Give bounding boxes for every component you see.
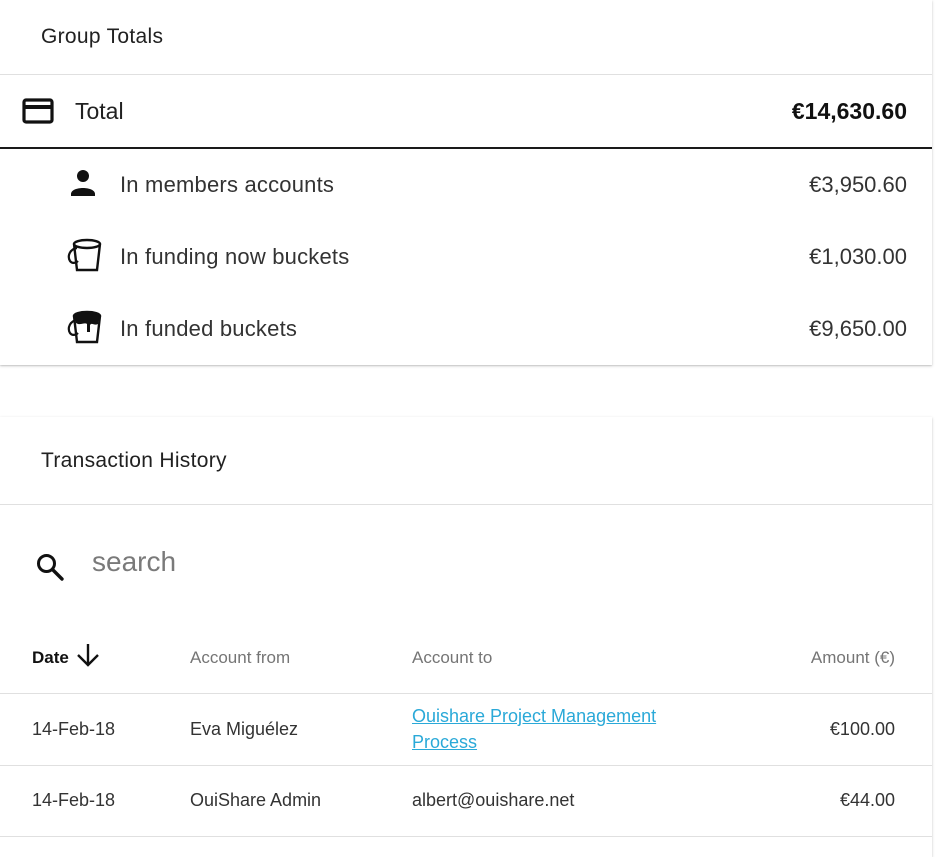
funded-label: In funded buckets <box>120 316 298 341</box>
search-bar <box>0 505 932 623</box>
row-date: 14-Feb-18 <box>32 790 116 810</box>
row-account-from: OuiShare Admin <box>190 790 322 810</box>
total-row: Total €14,630.60 <box>0 75 932 149</box>
search-input[interactable] <box>90 543 694 581</box>
table-header-row: Date Account from Account to Amount (€) <box>0 623 932 693</box>
table-row: 14-Feb-18 Eva Miguélez Ouishare Project … <box>0 693 932 765</box>
column-header-account-from[interactable]: Account from <box>190 623 412 693</box>
search-icon[interactable] <box>35 552 65 587</box>
person-icon <box>66 166 100 205</box>
row-date: 14-Feb-18 <box>32 718 116 739</box>
group-totals-card: Group Totals Total €14,630.60 In members… <box>0 0 932 365</box>
row-account-from: Eva Miguélez <box>190 718 299 739</box>
column-header-date[interactable]: Date <box>0 623 190 693</box>
column-header-account-to[interactable]: Account to <box>412 623 702 693</box>
row-amount: €44.00 <box>839 790 895 810</box>
funding-now-row: In funding now buckets €1,030.00 <box>0 221 932 293</box>
row-account-to: Ouishare Project Management Process <box>412 693 702 765</box>
transaction-history-title: Transaction History <box>0 417 932 505</box>
column-header-amount[interactable]: Amount (€) <box>702 623 932 693</box>
members-accounts-amount: €3,950.60 <box>809 172 907 197</box>
group-totals-title: Group Totals <box>0 0 932 75</box>
credit-card-icon <box>22 98 54 129</box>
transactions-table: Date Account from Account to Amount (€) <box>0 623 932 837</box>
row-amount: €100.00 <box>829 718 895 739</box>
total-label: Total <box>75 97 124 124</box>
members-accounts-row: In members accounts €3,950.60 <box>0 149 932 221</box>
arrow-down-icon[interactable] <box>75 642 101 673</box>
members-accounts-label: In members accounts <box>120 172 335 197</box>
transaction-history-card: Transaction History Date <box>0 417 932 857</box>
funded-row: In funded buckets €9,650.00 <box>0 293 932 365</box>
bucket-empty-icon <box>66 236 104 279</box>
funding-now-amount: €1,030.00 <box>809 244 907 269</box>
table-row: 14-Feb-18 OuiShare Admin albert@ouishare… <box>0 765 932 836</box>
date-header-label: Date <box>32 647 69 667</box>
total-amount: €14,630.60 <box>791 97 907 124</box>
funded-amount: €9,650.00 <box>809 316 907 341</box>
account-to-link[interactable]: Ouishare Project Management Process <box>412 703 702 755</box>
bucket-filled-icon <box>66 308 104 351</box>
funding-now-label: In funding now buckets <box>120 244 350 269</box>
row-account-to: albert@ouishare.net <box>412 790 575 810</box>
